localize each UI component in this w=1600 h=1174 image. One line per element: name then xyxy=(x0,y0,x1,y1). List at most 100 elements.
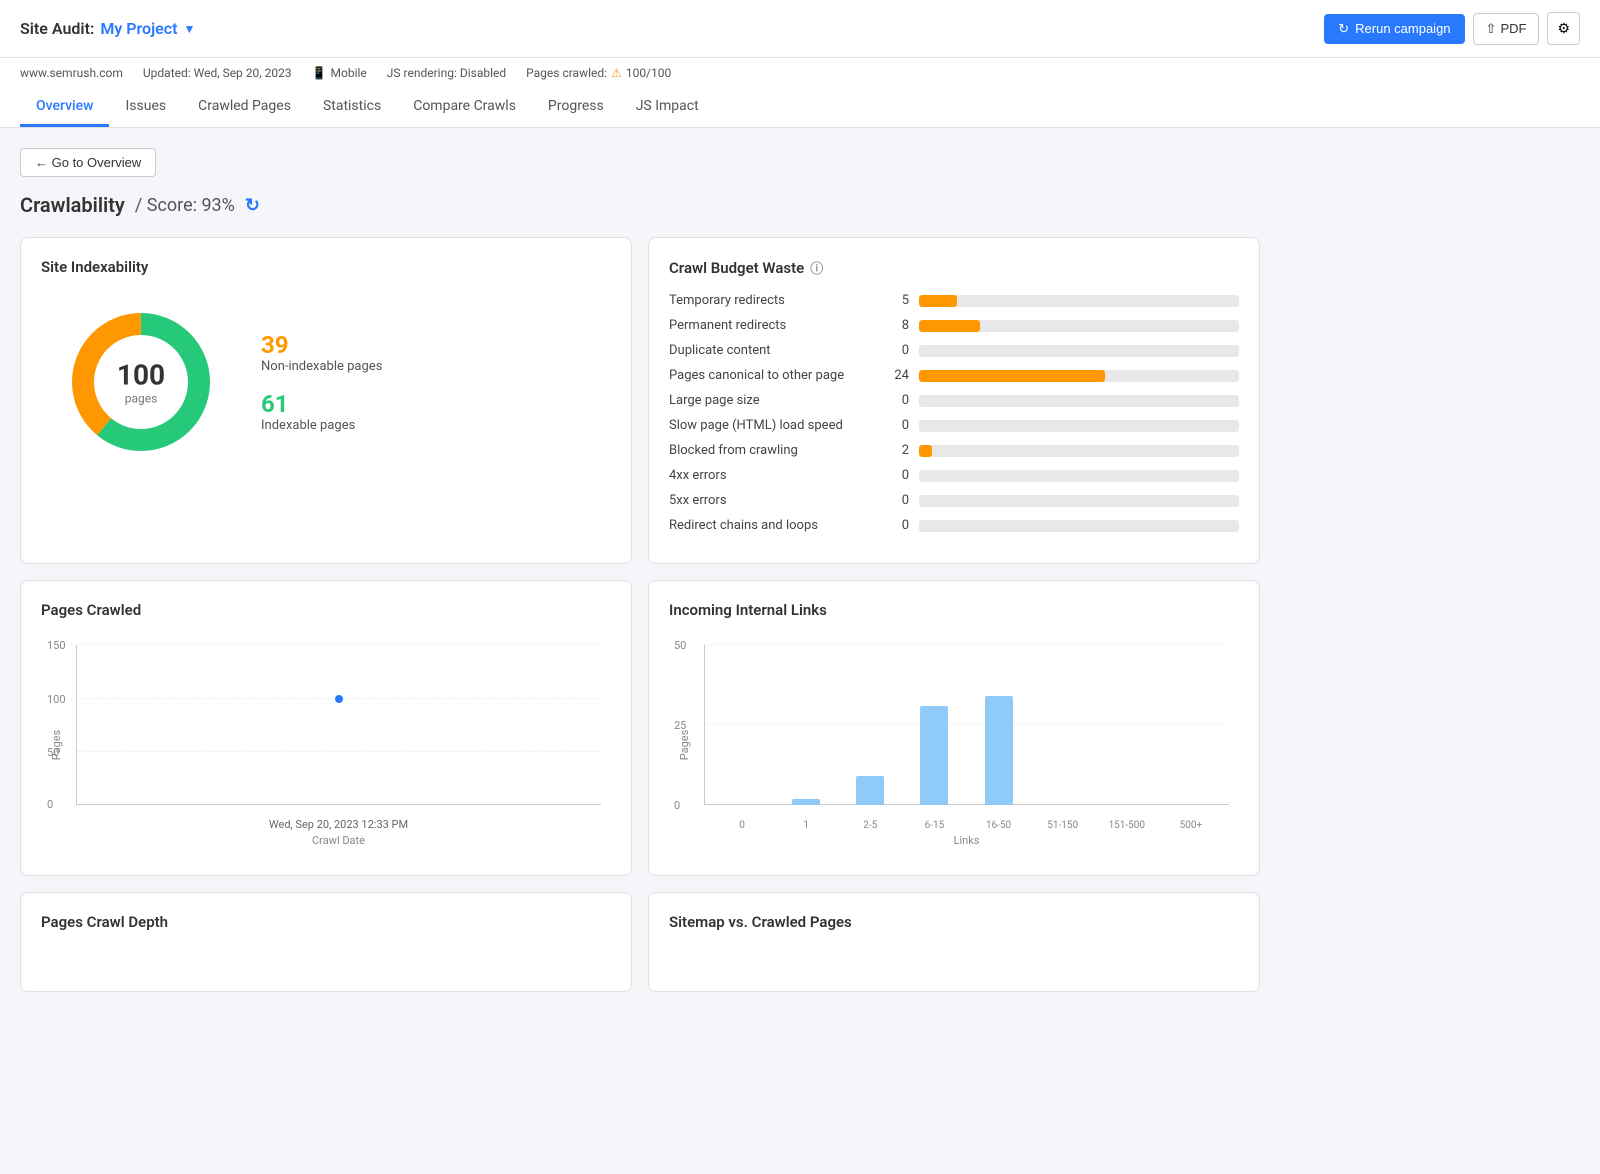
upload-icon: ⇧ xyxy=(1486,21,1497,37)
site-audit-label: Site Audit: xyxy=(20,19,94,38)
info-icon[interactable]: ⓘ xyxy=(810,258,823,277)
budget-bar-container xyxy=(919,345,1239,357)
budget-count: 8 xyxy=(879,318,909,333)
pages-crawl-depth-card: Pages Crawl Depth xyxy=(20,892,632,992)
bottom-cards: Pages Crawl Depth Sitemap vs. Crawled Pa… xyxy=(20,892,1260,992)
x-date-label: Wed, Sep 20, 2023 12:33 PM xyxy=(76,818,601,831)
data-point xyxy=(335,695,343,703)
budget-table: Temporary redirects 5 Permanent redirect… xyxy=(669,293,1239,533)
tab-issues[interactable]: Issues xyxy=(109,88,182,127)
budget-bar-fill xyxy=(919,295,957,307)
bar-chart-inner: 0 25 50 xyxy=(704,645,1229,805)
budget-row: Large page size 0 xyxy=(669,393,1239,408)
back-button[interactable]: ← Go to Overview xyxy=(20,148,156,177)
y-tick-50: 50 xyxy=(47,746,59,759)
bar-rect xyxy=(792,799,820,805)
nav-tabs: Overview Issues Crawled Pages Statistics… xyxy=(20,88,1580,127)
bar-y-0: 0 xyxy=(674,799,680,812)
bar-item xyxy=(1097,645,1157,805)
top-bar-right: ↻ Rerun campaign ⇧ PDF ⚙ xyxy=(1324,12,1580,45)
budget-bar-container xyxy=(919,295,1239,307)
bar-x-label: 16-50 xyxy=(969,820,1029,831)
y-tick-100: 100 xyxy=(47,693,66,706)
tab-js-impact[interactable]: JS Impact xyxy=(620,88,715,127)
budget-row: Permanent redirects 8 xyxy=(669,318,1239,333)
project-name[interactable]: My Project xyxy=(100,19,177,38)
budget-row: Redirect chains and loops 0 xyxy=(669,518,1239,533)
non-indexable-label: Non-indexable pages xyxy=(261,359,382,374)
bar-item xyxy=(969,645,1029,805)
site-indexability-title: Site Indexability xyxy=(41,258,611,276)
bar-item xyxy=(776,645,836,805)
budget-bar-container xyxy=(919,370,1239,382)
updated-date: Updated: Wed, Sep 20, 2023 xyxy=(143,66,292,80)
y-tick-150: 150 xyxy=(47,639,66,652)
pdf-button[interactable]: ⇧ PDF xyxy=(1473,13,1540,45)
meta-bar: www.semrush.com Updated: Wed, Sep 20, 20… xyxy=(0,58,1600,128)
bar-x-label: 500+ xyxy=(1161,820,1221,831)
total-pages: 100 xyxy=(117,359,165,392)
bar-x-title: Links xyxy=(704,834,1229,847)
grid-line-50 xyxy=(77,751,601,752)
site-indexability-card: Site Indexability 100 pages xyxy=(20,237,632,564)
budget-label: Blocked from crawling xyxy=(669,443,869,458)
rerun-button[interactable]: ↻ Rerun campaign xyxy=(1324,14,1464,44)
tab-compare-crawls[interactable]: Compare Crawls xyxy=(397,88,532,127)
donut-chart: 100 pages xyxy=(61,302,221,462)
internal-links-chart: Pages 0 25 50 012-56-1516-5051-15015 xyxy=(669,635,1239,855)
bar-x-label: 151-500 xyxy=(1097,820,1157,831)
page-title: Crawlability / Score: 93% ↻ xyxy=(20,193,1260,217)
budget-row: Duplicate content 0 xyxy=(669,343,1239,358)
tab-crawled-pages[interactable]: Crawled Pages xyxy=(182,88,307,127)
budget-label: Redirect chains and loops xyxy=(669,518,869,533)
budget-bar-container xyxy=(919,420,1239,432)
budget-row: 5xx errors 0 xyxy=(669,493,1239,508)
non-indexable-stat: 39 Non-indexable pages xyxy=(261,331,382,374)
tab-overview[interactable]: Overview xyxy=(20,88,109,127)
bar-item xyxy=(904,645,964,805)
indexable-stat: 61 Indexable pages xyxy=(261,390,382,433)
tab-statistics[interactable]: Statistics xyxy=(307,88,397,127)
bar-item xyxy=(1161,645,1221,805)
tab-progress[interactable]: Progress xyxy=(532,88,620,127)
bar-item xyxy=(712,645,772,805)
bar-x-label: 0 xyxy=(712,820,772,831)
bar-y-label: Pages xyxy=(678,730,691,761)
bar-chart-bars xyxy=(704,645,1229,805)
budget-bar-container xyxy=(919,445,1239,457)
bar-rect xyxy=(856,776,884,805)
crawl-depth-title: Pages Crawl Depth xyxy=(41,913,611,931)
budget-row: 4xx errors 0 xyxy=(669,468,1239,483)
donut-stats: 39 Non-indexable pages 61 Indexable page… xyxy=(261,331,382,433)
warning-icon: ⚠ xyxy=(611,66,622,80)
donut-center: 100 pages xyxy=(117,359,165,406)
settings-button[interactable]: ⚙ xyxy=(1547,12,1580,45)
pages-crawled-card: Pages Crawled Pages 100 50 0 150 xyxy=(20,580,632,876)
budget-count: 0 xyxy=(879,468,909,483)
score-refresh-icon[interactable]: ↻ xyxy=(245,195,260,216)
pages-crawled-title: Pages Crawled xyxy=(41,601,611,619)
budget-count: 0 xyxy=(879,343,909,358)
non-indexable-count: 39 xyxy=(261,331,382,359)
budget-label: 5xx errors xyxy=(669,493,869,508)
internal-links-card: Incoming Internal Links Pages 0 25 50 xyxy=(648,580,1260,876)
grid-line-150 xyxy=(77,644,601,645)
top-bar-left: Site Audit: My Project ▼ xyxy=(20,19,195,38)
budget-row: Pages canonical to other page 24 xyxy=(669,368,1239,383)
bar-rect xyxy=(920,706,948,805)
sitemap-vs-crawled-card: Sitemap vs. Crawled Pages xyxy=(648,892,1260,992)
budget-count: 0 xyxy=(879,418,909,433)
sitemap-title: Sitemap vs. Crawled Pages xyxy=(669,913,1239,931)
budget-count: 0 xyxy=(879,493,909,508)
mobile-icon: 📱 xyxy=(312,66,327,80)
crawl-budget-card: Crawl Budget Waste ⓘ Temporary redirects… xyxy=(648,237,1260,564)
meta-info: www.semrush.com Updated: Wed, Sep 20, 20… xyxy=(20,66,1580,88)
budget-count: 2 xyxy=(879,443,909,458)
budget-bar-container xyxy=(919,320,1239,332)
indexability-content: 100 pages 39 Non-indexable pages 61 Inde… xyxy=(41,292,611,472)
budget-label: Temporary redirects xyxy=(669,293,869,308)
dropdown-icon[interactable]: ▼ xyxy=(184,22,196,36)
crawlability-title: Crawlability xyxy=(20,193,125,217)
total-label: pages xyxy=(117,392,165,406)
budget-count: 0 xyxy=(879,518,909,533)
